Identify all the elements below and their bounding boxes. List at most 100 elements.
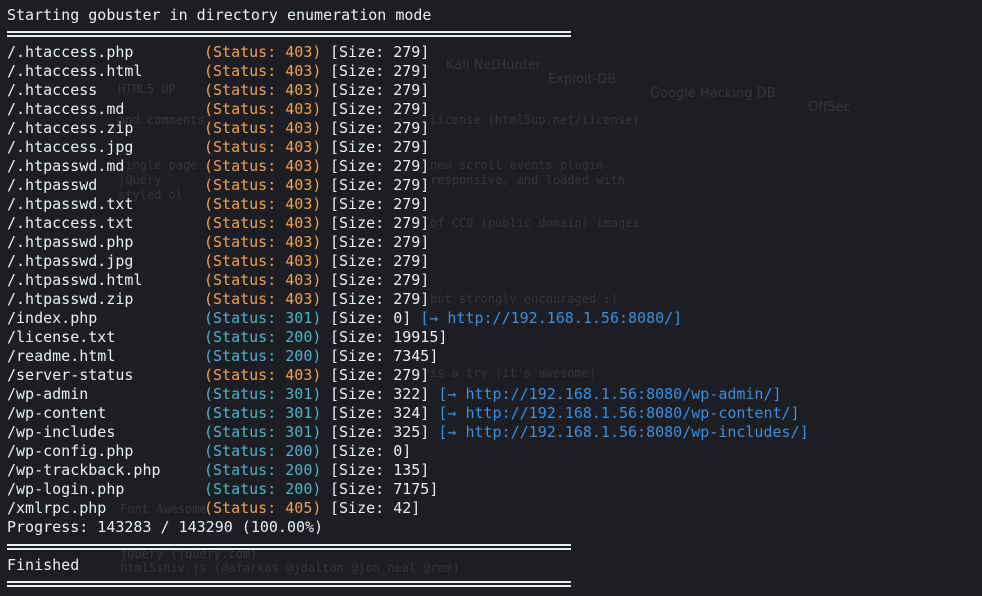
result-redirect-link[interactable]: [→ http://192.168.1.56:8080/wp-includes/… <box>438 423 808 442</box>
result-path: /.htpasswd.jpg <box>7 252 134 270</box>
result-size: [Size: 322] <box>330 385 430 403</box>
result-path: /.htpasswd.zip <box>7 290 134 308</box>
result-row: /wp-login.php (Status: 200) [Size: 7175] <box>7 480 907 499</box>
result-path: /.htaccess.php <box>7 43 134 61</box>
result-row: /.htpasswd (Status: 403) [Size: 279] <box>7 176 907 195</box>
result-row: /.htpasswd.zip (Status: 403) [Size: 279] <box>7 290 907 309</box>
result-path: /.htpasswd.html <box>7 271 143 289</box>
result-size: [Size: 135] <box>330 461 430 479</box>
result-path: /index.php <box>7 309 98 327</box>
separator-middle <box>7 544 571 550</box>
result-row: /wp-config.php (Status: 200) [Size: 0] <box>7 442 907 461</box>
result-path: /wp-login.php <box>7 480 125 498</box>
result-status: (Status: 200) <box>204 480 322 498</box>
result-row: /.htaccess.php (Status: 403) [Size: 279] <box>7 43 907 62</box>
result-path: /.htpasswd <box>7 176 98 194</box>
result-path: /license.txt <box>7 328 116 346</box>
result-size: [Size: 279] <box>330 119 430 137</box>
result-path: /.htpasswd.txt <box>7 195 134 213</box>
result-path: /.htaccess.html <box>7 62 143 80</box>
result-redirect-link[interactable]: [→ http://192.168.1.56:8080/wp-content/] <box>438 404 799 423</box>
terminal-output: Starting gobuster in directory enumerati… <box>0 0 982 596</box>
result-path: /.htaccess.md <box>7 100 125 118</box>
result-path: /.htaccess.jpg <box>7 138 134 156</box>
result-status: (Status: 403) <box>204 366 322 384</box>
result-row: /license.txt (Status: 200) [Size: 19915] <box>7 328 907 347</box>
result-path: /wp-config.php <box>7 442 134 460</box>
result-size: [Size: 279] <box>330 252 430 270</box>
result-size: [Size: 42] <box>330 499 421 517</box>
result-size: [Size: 0] <box>330 309 412 327</box>
result-row: /wp-content (Status: 301) [Size: 324] [→ ht… <box>7 404 907 423</box>
result-status: (Status: 200) <box>204 328 322 346</box>
result-size: [Size: 279] <box>330 233 430 251</box>
result-path: /wp-trackback.php <box>7 461 161 479</box>
result-row: /.htpasswd.txt (Status: 403) [Size: 279] <box>7 195 907 214</box>
result-path: /server-status <box>7 366 134 384</box>
result-path: /wp-content <box>7 404 107 422</box>
result-path: /.htaccess <box>7 81 98 99</box>
result-status: (Status: 403) <box>204 119 322 137</box>
progress-line: Progress: 143283 / 143290 (100.00%) <box>7 518 324 536</box>
result-status: (Status: 403) <box>204 43 322 61</box>
result-row: /.htaccess.html (Status: 403) [Size: 279] <box>7 62 907 81</box>
result-status: (Status: 403) <box>204 157 322 175</box>
result-row: /.htaccess.txt (Status: 403) [Size: 279] <box>7 214 907 233</box>
result-row: /wp-includes (Status: 301) [Size: 325] [→ h… <box>7 423 907 442</box>
result-status: (Status: 301) <box>204 309 322 327</box>
result-status: (Status: 403) <box>204 100 322 118</box>
result-row: /wp-trackback.php (Status: 200) [Size: 135… <box>7 461 907 480</box>
result-size: [Size: 325] <box>330 423 430 441</box>
result-status: (Status: 403) <box>204 138 322 156</box>
result-redirect-link[interactable]: [→ http://192.168.1.56:8080/wp-admin/] <box>438 385 781 404</box>
result-path: /wp-includes <box>7 423 116 441</box>
finished-line: Finished <box>7 556 80 574</box>
result-size: [Size: 279] <box>330 366 430 384</box>
result-status: (Status: 200) <box>204 442 322 460</box>
result-path: /xmlrpc.php <box>7 499 107 517</box>
result-path: /readme.html <box>7 347 116 365</box>
result-path: /.htaccess.zip <box>7 119 134 137</box>
result-status: (Status: 301) <box>204 404 322 422</box>
separator-top <box>7 31 571 37</box>
result-size: [Size: 279] <box>330 62 430 80</box>
result-status: (Status: 200) <box>204 347 322 365</box>
result-size: [Size: 324] <box>330 404 430 422</box>
result-row: /.htpasswd.html (Status: 403) [Size: 279] <box>7 271 907 290</box>
result-size: [Size: 7345] <box>330 347 439 365</box>
result-row: /.htpasswd.jpg (Status: 403) [Size: 279] <box>7 252 907 271</box>
result-size: [Size: 279] <box>330 271 430 289</box>
result-status: (Status: 403) <box>204 271 322 289</box>
result-path: /.htaccess.txt <box>7 214 134 232</box>
result-row: /.htaccess.md (Status: 403) [Size: 279] <box>7 100 907 119</box>
result-status: (Status: 301) <box>204 385 322 403</box>
result-status: (Status: 405) <box>204 499 322 517</box>
result-row: /server-status (Status: 403) [Size: 279] <box>7 366 907 385</box>
result-status: (Status: 200) <box>204 461 322 479</box>
result-size: [Size: 279] <box>330 100 430 118</box>
result-size: [Size: 19915] <box>330 328 448 346</box>
result-redirect-link[interactable]: [→ http://192.168.1.56:8080/] <box>420 309 682 328</box>
result-row: /.htaccess.zip (Status: 403) [Size: 279] <box>7 119 907 138</box>
result-status: (Status: 403) <box>204 252 322 270</box>
result-path: /wp-admin <box>7 385 89 403</box>
result-size: [Size: 0] <box>330 442 412 460</box>
result-size: [Size: 7175] <box>330 480 439 498</box>
result-row: /.htaccess (Status: 403) [Size: 279] <box>7 81 907 100</box>
result-status: (Status: 301) <box>204 423 322 441</box>
result-row: /.htpasswd.md (Status: 403) [Size: 279] <box>7 157 907 176</box>
result-status: (Status: 403) <box>204 195 322 213</box>
result-status: (Status: 403) <box>204 176 322 194</box>
result-status: (Status: 403) <box>204 290 322 308</box>
separator-bottom <box>7 581 571 587</box>
result-row: /xmlrpc.php (Status: 405) [Size: 42] <box>7 499 907 518</box>
result-size: [Size: 279] <box>330 195 430 213</box>
result-row: /wp-admin (Status: 301) [Size: 322] [→ http… <box>7 385 907 404</box>
result-status: (Status: 403) <box>204 81 322 99</box>
result-row: /.htpasswd.php (Status: 403) [Size: 279] <box>7 233 907 252</box>
result-row: /index.php (Status: 301) [Size: 0] [→ http:… <box>7 309 907 328</box>
result-size: [Size: 279] <box>330 176 430 194</box>
result-size: [Size: 279] <box>330 138 430 156</box>
result-status: (Status: 403) <box>204 233 322 251</box>
header-line: Starting gobuster in directory enumerati… <box>7 6 432 24</box>
